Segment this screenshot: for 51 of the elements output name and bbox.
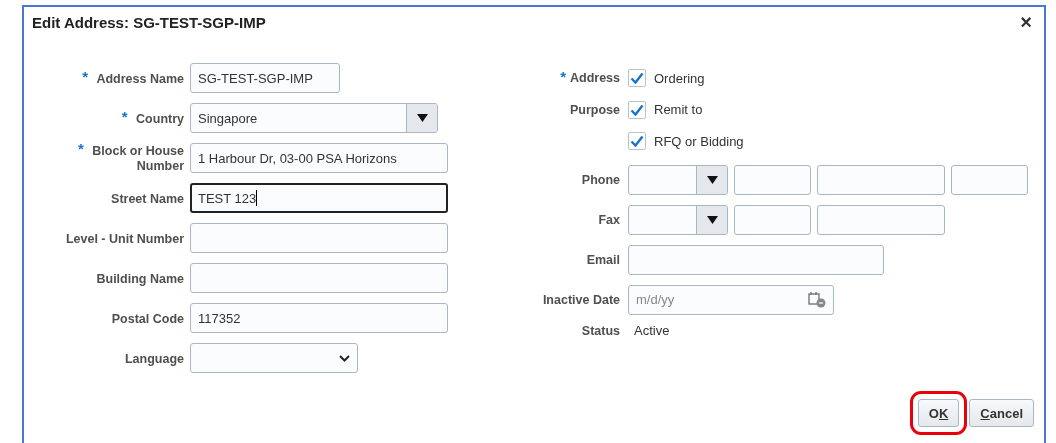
triangle-down-icon — [706, 175, 718, 184]
text-field[interactable] — [734, 164, 811, 195]
field-label: Level - Unit Number — [65, 231, 184, 246]
text-field[interactable] — [817, 164, 945, 195]
close-button[interactable]: × — [1020, 12, 1032, 32]
field-label: Postal Code — [111, 311, 184, 326]
field-label: Phone — [581, 172, 620, 187]
checkbox[interactable] — [628, 100, 646, 119]
triangle-down-icon — [416, 114, 428, 122]
required-asterisk: * — [82, 67, 88, 85]
required-asterisk: * — [560, 71, 566, 83]
field-label: Email — [586, 252, 620, 267]
field-label: Address Name — [96, 71, 184, 86]
dropdown-field[interactable] — [628, 164, 728, 195]
text-field[interactable]: 117352 — [190, 303, 448, 333]
text-field[interactable] — [190, 263, 448, 293]
field-label: Language — [124, 351, 184, 366]
required-asterisk: * — [78, 140, 84, 157]
dropdown-field[interactable]: Singapore — [190, 103, 438, 133]
checkbox[interactable] — [628, 132, 646, 150]
text-field[interactable]: TEST 123 — [190, 183, 448, 213]
field-label: Street Name — [111, 191, 184, 206]
status-value: Active — [633, 323, 670, 338]
field-label: Building Name — [96, 271, 184, 286]
email-field[interactable] — [628, 244, 884, 275]
text-field[interactable] — [734, 204, 811, 235]
dropdown-field[interactable] — [628, 204, 728, 235]
required-asterisk: * — [121, 107, 128, 125]
field-label: Country — [136, 111, 184, 126]
field-label: Status — [581, 323, 620, 338]
field-label: Inactive Date — [542, 292, 620, 307]
field-label: Block or House Number — [92, 144, 184, 173]
text-field[interactable] — [190, 223, 448, 253]
text-field[interactable] — [951, 164, 1028, 195]
field-label: Address — [569, 71, 620, 85]
cancel-button[interactable]: Cancel — [969, 399, 1034, 427]
field-label: Purpose — [570, 102, 620, 117]
checkbox-label: Ordering — [654, 70, 705, 86]
field-label: Fax — [598, 212, 620, 227]
select-field[interactable] — [190, 343, 358, 373]
chevron-down-icon — [339, 354, 350, 362]
dialog-title: Edit Address: SG-TEST-SGP-IMP — [32, 13, 266, 31]
text-field[interactable] — [817, 204, 945, 235]
date-field[interactable]: m/d/yy — [628, 284, 834, 315]
triangle-down-icon — [706, 215, 718, 224]
text-field[interactable]: SG-TEST-SGP-IMP — [190, 63, 340, 93]
checkbox-label: RFQ or Bidding — [654, 133, 744, 149]
text-field[interactable]: 1 Harbour Dr, 03-00 PSA Horizons — [190, 143, 448, 173]
checkbox-label: Remit to — [654, 102, 703, 117]
checkbox[interactable] — [628, 69, 646, 87]
calendar-icon — [808, 291, 826, 308]
